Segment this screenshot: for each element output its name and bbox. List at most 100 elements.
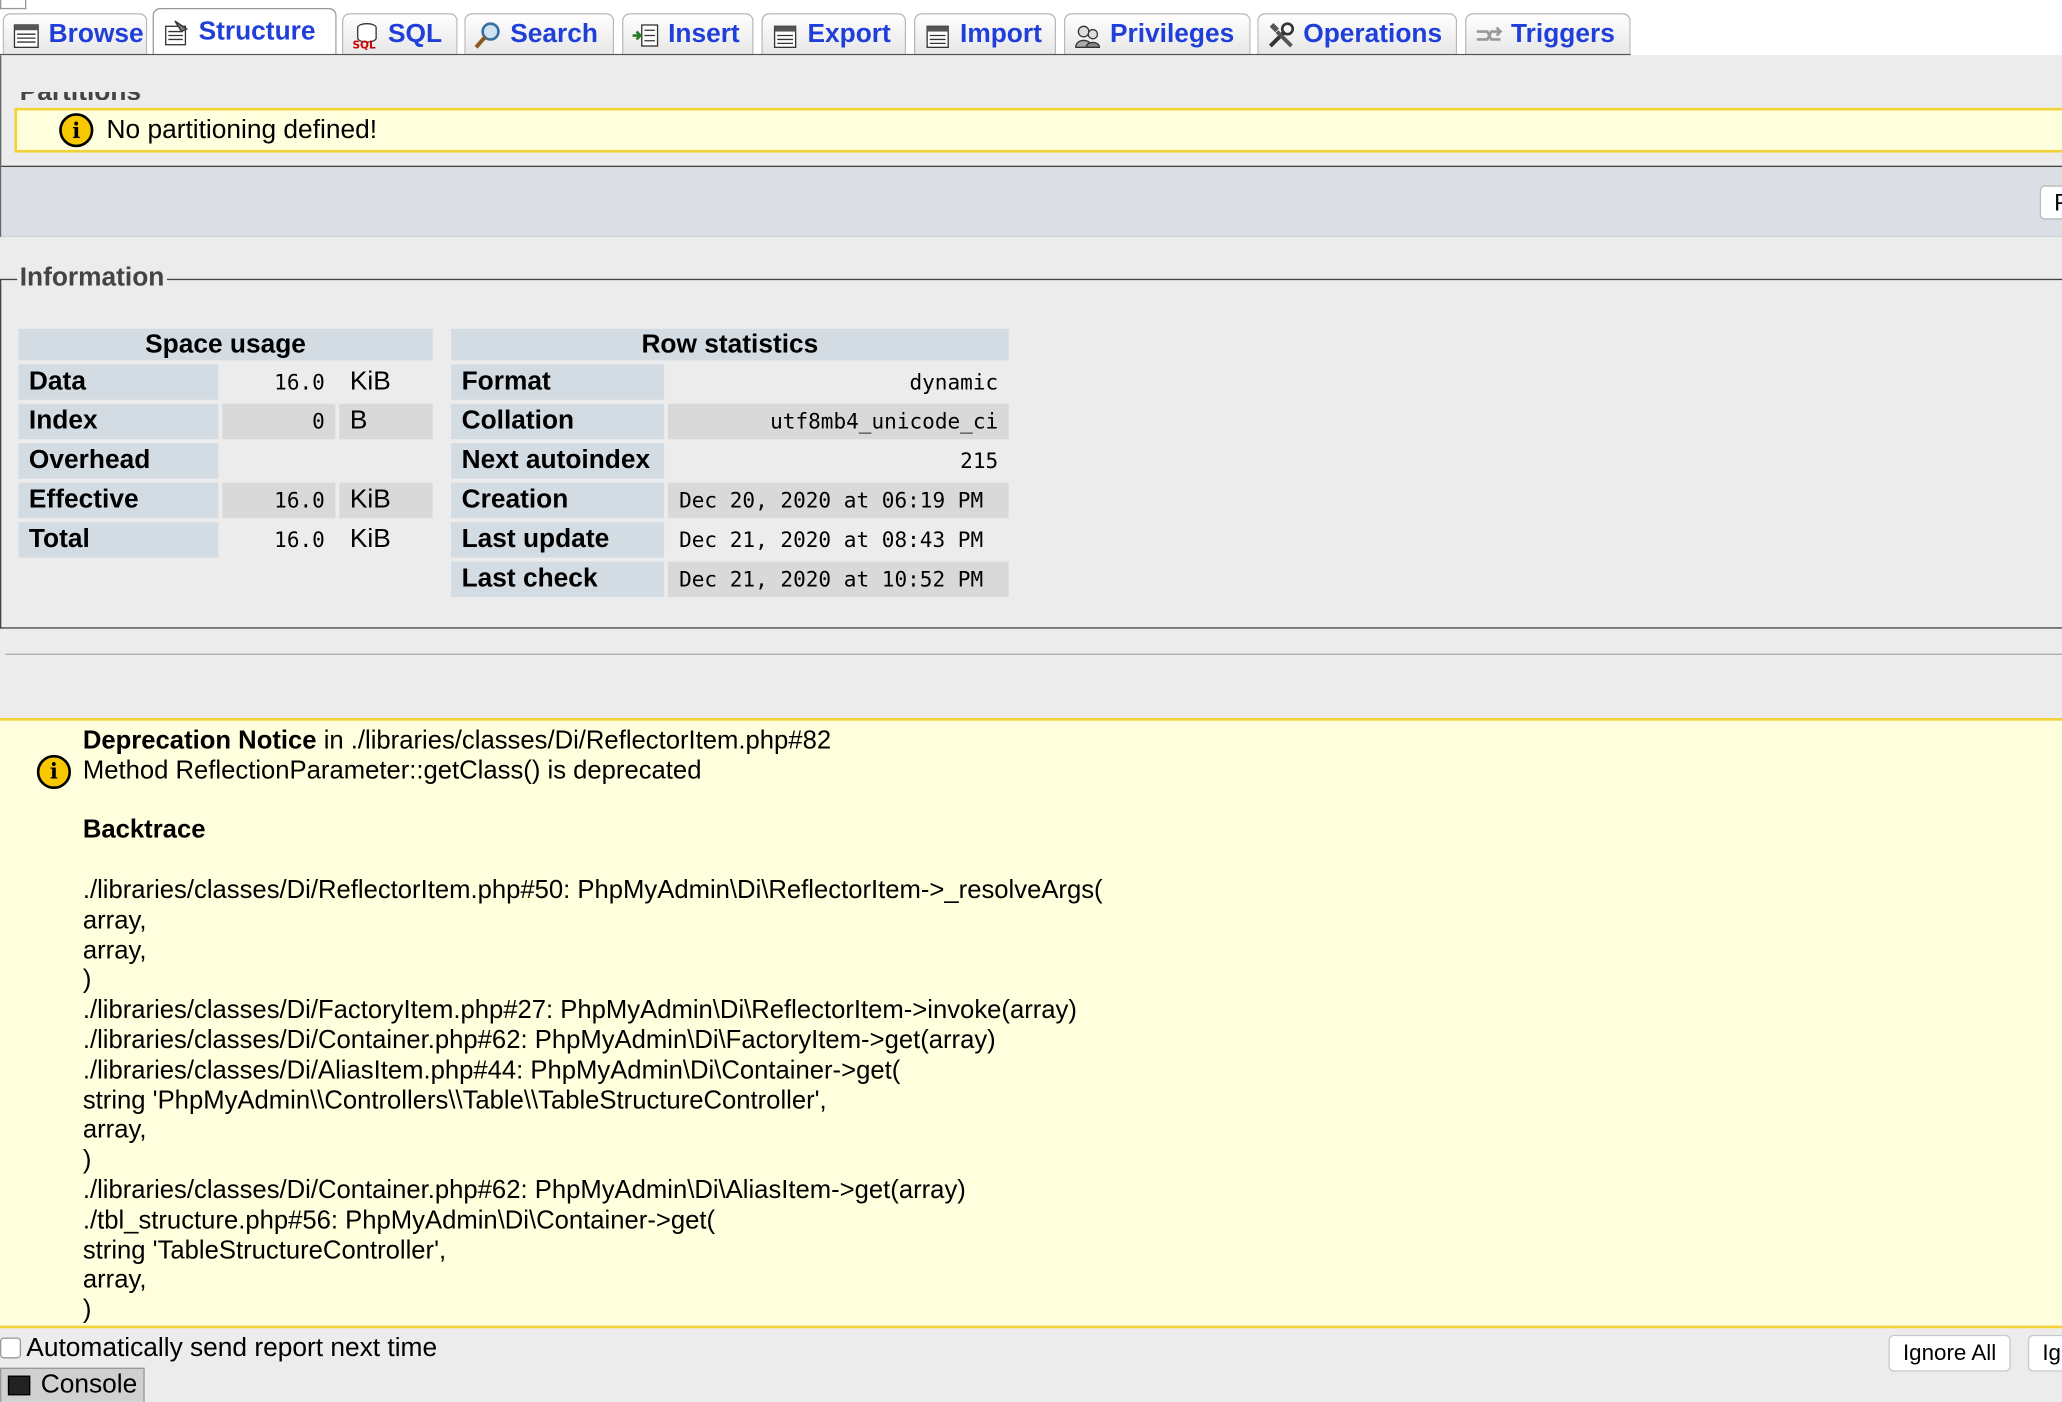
error-text: Deprecation Notice in ./libraries/classe… bbox=[83, 726, 1103, 1326]
tab-operations[interactable]: Operations bbox=[1257, 13, 1458, 56]
svg-text:SQL: SQL bbox=[352, 39, 376, 49]
table-row: Creation Dec 20, 2020 at 06:19 PM bbox=[451, 482, 1009, 519]
row-value: dynamic bbox=[668, 364, 1009, 400]
info-icon: i bbox=[59, 113, 94, 148]
browse-icon bbox=[12, 20, 41, 49]
backtrace-line: ) bbox=[82, 965, 92, 995]
backtrace-line: ./tbl_structure.php#56: PhpMyAdmin\Di\Co… bbox=[82, 1205, 716, 1235]
tab-label: Triggers bbox=[1511, 19, 1615, 49]
backtrace-line: array, bbox=[82, 1265, 147, 1295]
tab-search[interactable]: Search bbox=[464, 13, 615, 56]
row-statistics-header: Row statistics bbox=[451, 328, 1009, 361]
tab-privileges[interactable]: Privileges bbox=[1063, 13, 1251, 56]
console-label: Console bbox=[40, 1370, 138, 1400]
tab-label: Export bbox=[807, 19, 891, 49]
row-label: Last check bbox=[451, 561, 665, 598]
import-icon bbox=[923, 20, 952, 49]
row-value: 16.0 bbox=[222, 522, 336, 558]
row-label: Overhead bbox=[18, 443, 219, 479]
row-label: Last update bbox=[451, 522, 665, 558]
table-row: Next autoindex 215 bbox=[451, 443, 1009, 479]
row-value: Dec 21, 2020 at 10:52 PM bbox=[668, 561, 1009, 598]
backtrace-line: string 'TableStructureController', bbox=[82, 1235, 447, 1265]
tab-label: SQL bbox=[387, 19, 443, 49]
space-usage-header: Space usage bbox=[18, 328, 433, 361]
backtrace-line: array, bbox=[82, 935, 147, 965]
auto-report-row: Automatically send report next time bbox=[0, 1331, 437, 1365]
ignore-all-button[interactable]: Ignore All bbox=[1888, 1334, 2011, 1372]
backtrace-list: ./libraries/classes/Di/ReflectorItem.php… bbox=[83, 876, 1103, 1326]
tab-bar: Browse Structure SQL SQL Search Insert E… bbox=[0, 0, 2062, 56]
deprecation-notice: i Deprecation Notice in ./libraries/clas… bbox=[0, 718, 2062, 1329]
backtrace-line: string 'PhpMyAdmin\\Controllers\\Table\\… bbox=[82, 1085, 827, 1115]
row-unit: KiB bbox=[339, 482, 433, 519]
tab-label: Structure bbox=[198, 17, 316, 47]
backtrace-line: ./libraries/classes/Di/ReflectorItem.php… bbox=[82, 875, 1103, 905]
row-label: Index bbox=[18, 403, 219, 440]
row-label: Next autoindex bbox=[451, 443, 665, 479]
privileges-icon bbox=[1073, 20, 1102, 49]
row-label: Creation bbox=[451, 482, 665, 519]
tab-insert[interactable]: Insert bbox=[622, 13, 754, 56]
tab-structure[interactable]: Structure bbox=[152, 7, 337, 56]
tab-sql[interactable]: SQL SQL bbox=[341, 13, 458, 56]
row-label: Format bbox=[451, 364, 665, 400]
row-value: 16.0 bbox=[222, 482, 336, 519]
partitions-legend: Partitions bbox=[20, 92, 141, 100]
insert-icon bbox=[631, 20, 660, 49]
information-fieldset: Information Space usage Data 16.0 KiB In… bbox=[0, 263, 2062, 629]
row-unit bbox=[339, 443, 433, 479]
backtrace-line: ./libraries/classes/Di/FactoryItem.php#2… bbox=[82, 995, 1077, 1025]
tab-label: Browse bbox=[48, 19, 144, 49]
tab-label: Insert bbox=[668, 19, 740, 49]
backtrace-line: ./libraries/classes/Di/AliasItem.php#44:… bbox=[82, 1055, 901, 1085]
error-message: Method ReflectionParameter::getClass() i… bbox=[82, 755, 702, 785]
corner-box bbox=[0, 0, 27, 10]
table-row: Format dynamic bbox=[451, 364, 1009, 400]
row-label: Effective bbox=[18, 482, 219, 519]
table-row: Collation utf8mb4_unicode_ci bbox=[451, 403, 1009, 440]
row-unit: KiB bbox=[339, 364, 433, 400]
backtrace-line: ./libraries/classes/Di/Container.php#62:… bbox=[82, 1175, 966, 1205]
backtrace-line: array, bbox=[82, 1115, 147, 1145]
partition-button[interactable]: P bbox=[2039, 185, 2062, 220]
auto-report-checkbox[interactable] bbox=[0, 1337, 22, 1359]
table-row: Data 16.0 KiB bbox=[18, 364, 433, 400]
partitions-panel: Partitions i No partitioning defined! P bbox=[0, 55, 2062, 237]
console-toggle[interactable]: Console bbox=[0, 1367, 145, 1402]
triggers-icon bbox=[1474, 20, 1503, 49]
table-row: Total 16.0 KiB bbox=[18, 522, 433, 558]
tab-export[interactable]: Export bbox=[761, 13, 907, 56]
auto-report-label: Automatically send report next time bbox=[26, 1332, 438, 1362]
tab-label: Search bbox=[510, 19, 599, 49]
row-unit: KiB bbox=[339, 522, 433, 558]
backtrace-heading: Backtrace bbox=[82, 815, 206, 845]
space-usage-table: Space usage Data 16.0 KiB Index 0 B Over… bbox=[14, 325, 436, 562]
table-row: Effective 16.0 KiB bbox=[18, 482, 433, 519]
partition-action-bar: P bbox=[1, 165, 2062, 237]
sql-icon: SQL bbox=[351, 20, 380, 49]
table-row: Last check Dec 21, 2020 at 10:52 PM bbox=[451, 561, 1009, 598]
tab-label: Import bbox=[960, 19, 1042, 49]
tab-import[interactable]: Import bbox=[913, 13, 1057, 56]
separator bbox=[5, 653, 2062, 655]
search-icon bbox=[473, 20, 502, 49]
tab-triggers[interactable]: Triggers bbox=[1465, 13, 1631, 56]
export-icon bbox=[771, 20, 800, 49]
ignore-button[interactable]: Ig bbox=[2027, 1334, 2062, 1372]
backtrace-line: ./libraries/classes/Di/Container.php#62:… bbox=[82, 1025, 996, 1055]
console-icon bbox=[7, 1375, 31, 1396]
row-value: utf8mb4_unicode_ci bbox=[668, 403, 1009, 440]
row-statistics-table: Row statistics Format dynamic Collation … bbox=[447, 325, 1012, 601]
info-icon: i bbox=[36, 754, 72, 790]
row-value: Dec 21, 2020 at 08:43 PM bbox=[668, 522, 1009, 558]
error-title: Deprecation Notice bbox=[82, 725, 317, 755]
page: Browse Structure SQL SQL Search Insert E… bbox=[0, 0, 2062, 1402]
backtrace-line: array, bbox=[82, 905, 147, 935]
no-partition-notice: i No partitioning defined! bbox=[14, 107, 2062, 153]
operations-icon bbox=[1266, 20, 1295, 49]
row-unit: B bbox=[339, 403, 433, 440]
tab-browse[interactable]: Browse bbox=[2, 13, 148, 56]
row-value bbox=[222, 443, 336, 479]
row-value: Dec 20, 2020 at 06:19 PM bbox=[668, 482, 1009, 519]
